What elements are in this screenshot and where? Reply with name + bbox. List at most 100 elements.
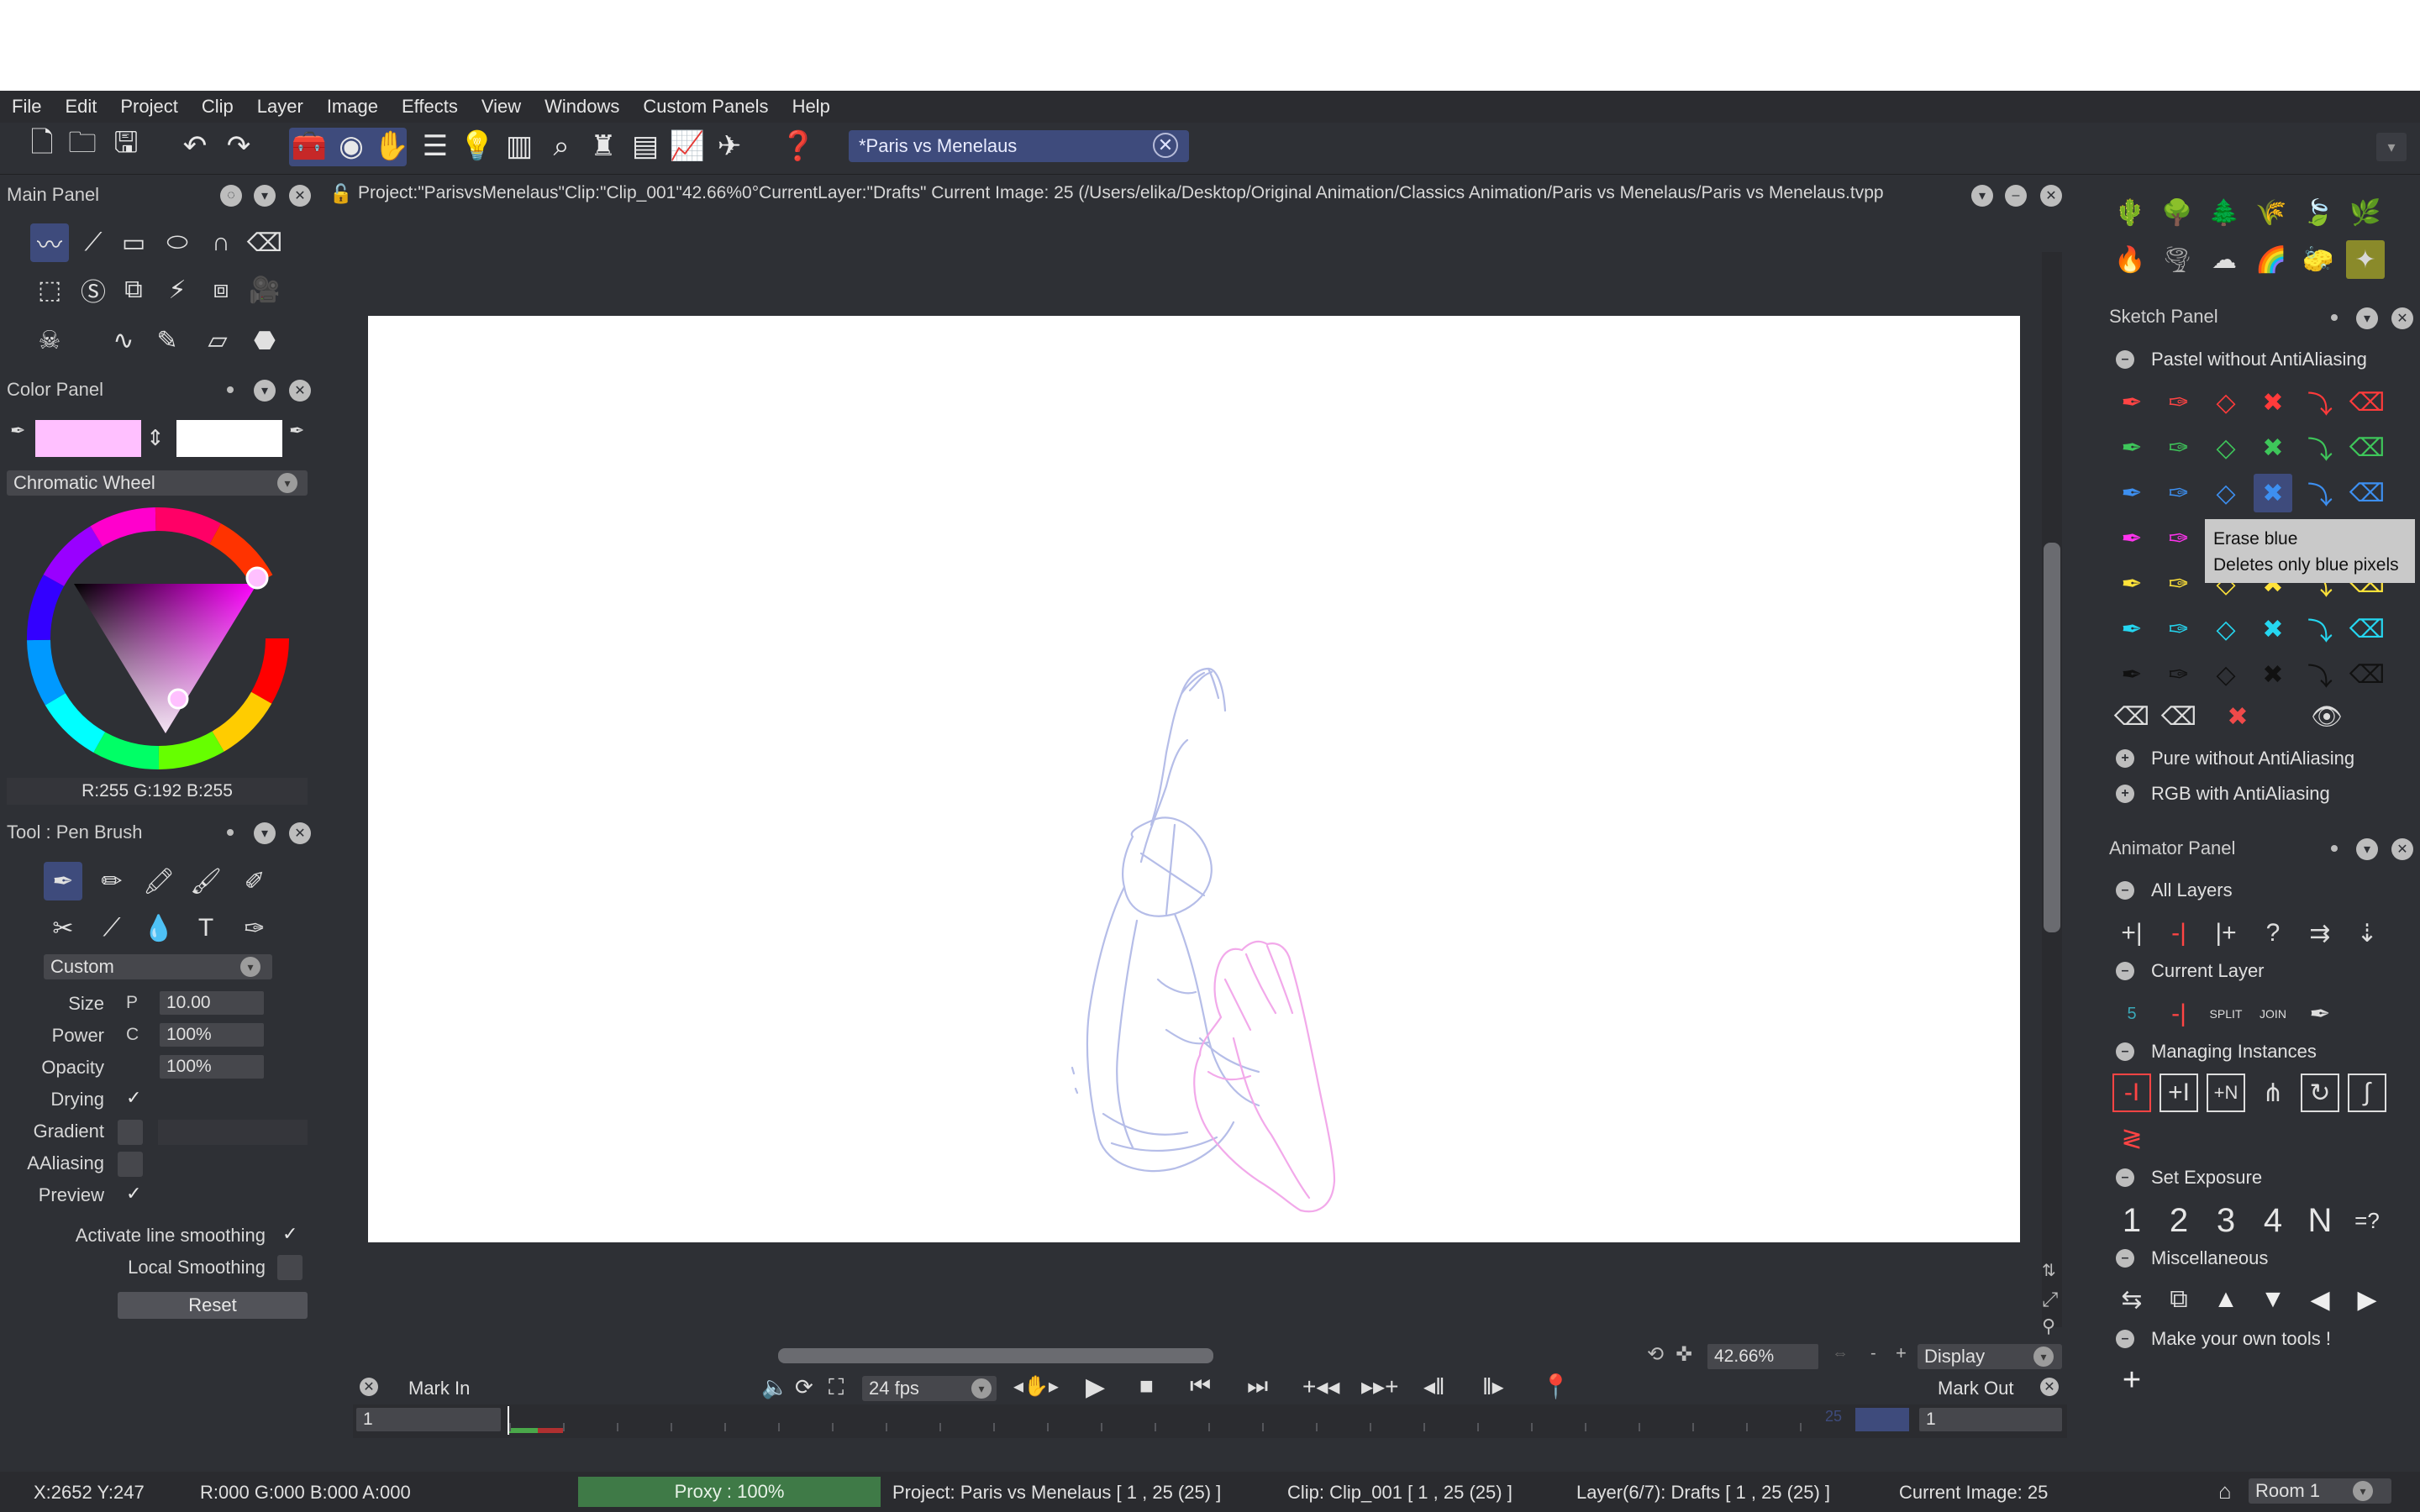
cyan-pen-icon[interactable]: ✒ <box>2112 610 2151 648</box>
black-nib-icon[interactable]: ✑ <box>2160 655 2198 694</box>
panel-close-icon[interactable]: ✕ <box>289 185 311 207</box>
menu-custom-panels[interactable]: Custom Panels <box>631 96 780 118</box>
brush-panel-icon[interactable]: ✋ <box>373 128 410 165</box>
timeline-start-field[interactable]: 1 <box>356 1408 501 1431</box>
menu-effects[interactable]: Effects <box>390 96 470 118</box>
fire-icon[interactable]: 🔥 <box>2111 240 2149 279</box>
eraser-tool-icon[interactable]: ⌫ <box>245 223 284 262</box>
exposure-query-button[interactable]: =? <box>2348 1201 2386 1240</box>
blue-eraser-icon[interactable]: ⌫ <box>2348 474 2386 512</box>
eraser-all-icon[interactable]: ⌫ <box>2112 697 2151 736</box>
camera-tool-icon[interactable]: 🎥 <box>245 270 284 309</box>
rainbow-icon[interactable]: 🌈 <box>2252 240 2291 279</box>
green-select-icon[interactable]: ⤵ <box>2301 428 2339 467</box>
play-icon[interactable]: ▶ <box>1086 1373 1105 1402</box>
panel-collapse-icon[interactable]: ▾ <box>2356 307 2378 329</box>
new-file-icon[interactable]: 🗋 <box>24 127 60 165</box>
selection-tool-icon[interactable]: ⬚ <box>30 270 69 309</box>
drawing-canvas[interactable] <box>368 316 2020 1242</box>
previous-frame-icon[interactable]: ◂‖ <box>1423 1373 1445 1400</box>
panel-close-icon[interactable]: ✕ <box>289 380 311 402</box>
panel-collapse-icon[interactable]: ▾ <box>254 822 276 844</box>
sketch-group-pure[interactable]: + Pure without AntiAliasing <box>2116 748 2354 769</box>
timeline-strip[interactable] <box>353 1404 2067 1438</box>
toolbox-icon[interactable]: 🧰 <box>291 128 328 165</box>
gradient-checkbox[interactable] <box>118 1120 143 1145</box>
red-fill-icon[interactable]: ◇ <box>2207 383 2245 422</box>
exposure-5-icon[interactable]: 5 <box>2112 995 2151 1033</box>
power-field[interactable]: 100% <box>160 1023 264 1047</box>
menu-project[interactable]: Project <box>108 96 189 118</box>
fit-vertical-icon[interactable]: ⇅ <box>2042 1260 2056 1281</box>
magenta-pen-icon[interactable]: ✒ <box>2112 519 2151 558</box>
panel-collapse-icon[interactable]: ▾ <box>254 185 276 207</box>
power-mode-toggle[interactable]: C <box>126 1025 139 1045</box>
local-smoothing-checkbox[interactable] <box>277 1255 302 1280</box>
lightbulb-icon[interactable]: 💡 <box>459 128 496 165</box>
home-icon[interactable]: ⌂ <box>2218 1478 2232 1504</box>
eyedropper-right-icon[interactable]: ✒ <box>289 420 304 442</box>
library-icon[interactable]: ▤ <box>627 128 664 165</box>
pencil-brush-icon[interactable]: ✏ <box>92 862 131 900</box>
skull-tool-icon[interactable]: ☠ <box>30 321 69 360</box>
close-tab-icon[interactable]: ✕ <box>1153 133 1178 158</box>
panel-collapse-icon[interactable]: ▾ <box>254 380 276 402</box>
help-icon[interactable]: ❓ <box>780 128 817 165</box>
menu-view[interactable]: View <box>470 96 533 118</box>
scrub-hand-icon[interactable]: ◂✋▸ <box>1013 1374 1059 1399</box>
add-tool-button[interactable]: + <box>2112 1361 2151 1399</box>
add-instance-icon[interactable]: +I <box>2160 1074 2198 1112</box>
black-fill-icon[interactable]: ◇ <box>2207 655 2245 694</box>
graph-icon[interactable]: 📈 <box>669 128 706 165</box>
animator-group-miscellaneous[interactable]: – Miscellaneous <box>2116 1247 2268 1269</box>
special-brush-icon[interactable]: ✑ <box>235 909 274 948</box>
cyan-select-icon[interactable]: ⤵ <box>2301 610 2339 648</box>
menu-file[interactable]: File <box>0 96 53 118</box>
red-select-icon[interactable]: ⤵ <box>2301 383 2339 422</box>
fullscreen-play-icon[interactable]: ⛶ <box>829 1374 844 1401</box>
sketch-group-pastel[interactable]: – Pastel without AntiAliasing <box>2116 349 2367 370</box>
pine-icon[interactable]: 🌲 <box>2205 193 2244 232</box>
black-select-icon[interactable]: ⤵ <box>2301 655 2339 694</box>
proxy-indicator[interactable]: Proxy : 100% <box>578 1477 881 1507</box>
arc-tool-icon[interactable]: ∩ <box>202 223 240 262</box>
curve-instance-icon[interactable]: ∫ <box>2348 1074 2386 1112</box>
next-frame-plus-icon[interactable]: ▸▸+ <box>1361 1373 1398 1400</box>
scissors-brush-icon[interactable]: ✂ <box>44 909 82 948</box>
vertical-scrollbar-thumb[interactable] <box>2044 543 2060 932</box>
sponge-icon[interactable]: 🧽 <box>2299 240 2338 279</box>
transform-tool-icon[interactable]: ⧈ <box>202 270 240 309</box>
arrow-left-icon[interactable]: ◀ <box>2301 1280 2339 1319</box>
undo-icon[interactable]: ↶ <box>176 128 213 165</box>
multicolor-cross-icon[interactable]: ✖ <box>2218 697 2257 736</box>
red-cross-icon[interactable]: ✖ <box>2254 383 2292 422</box>
join-icon[interactable]: JOIN <box>2254 995 2292 1033</box>
search-icon[interactable]: ⌕ <box>543 128 580 165</box>
previous-frame-plus-icon[interactable]: +◂◂ <box>1302 1373 1339 1400</box>
swap-frames-icon[interactable]: ⇆ <box>2112 1280 2151 1319</box>
cyan-fill-icon[interactable]: ◇ <box>2207 610 2245 648</box>
remove-exposure-icon[interactable]: -| <box>2160 995 2198 1033</box>
menu-help[interactable]: Help <box>781 96 842 118</box>
exposure-n-button[interactable]: N <box>2301 1201 2339 1240</box>
sketch-group-rgb[interactable]: + RGB with AntiAliasing <box>2116 783 2330 805</box>
cyan-eraser-icon[interactable]: ⌫ <box>2348 610 2386 648</box>
black-cross-icon[interactable]: ✖ <box>2254 655 2292 694</box>
eyedropper-icon[interactable]: ✒ <box>2301 995 2339 1033</box>
arrow-right-icon[interactable]: ▶ <box>2348 1280 2386 1319</box>
primary-color-swatch[interactable] <box>35 420 141 457</box>
green-nib-icon[interactable]: ✑ <box>2160 428 2198 467</box>
blue-pen-icon[interactable]: ✒ <box>2112 474 2151 512</box>
marker-brush-icon[interactable]: 🖍 <box>139 862 178 900</box>
animator-group-current-layer[interactable]: – Current Layer <box>2116 960 2265 982</box>
cyan-nib-icon[interactable]: ✑ <box>2160 610 2198 648</box>
current-frame-block[interactable] <box>1855 1408 1909 1431</box>
pen-brush-icon[interactable]: ✒ <box>44 862 82 900</box>
remove-image-icon[interactable]: -| <box>2160 914 2198 953</box>
panel-option-icon[interactable] <box>227 386 234 393</box>
aaliasing-checkbox[interactable] <box>118 1152 143 1177</box>
eye-icon[interactable]: 👁 <box>2307 697 2346 736</box>
panel-lock-icon[interactable]: ◌ <box>220 185 242 207</box>
preview-checkbox[interactable]: ✓ <box>126 1183 141 1205</box>
panel-close-icon[interactable]: ✕ <box>2391 307 2413 329</box>
